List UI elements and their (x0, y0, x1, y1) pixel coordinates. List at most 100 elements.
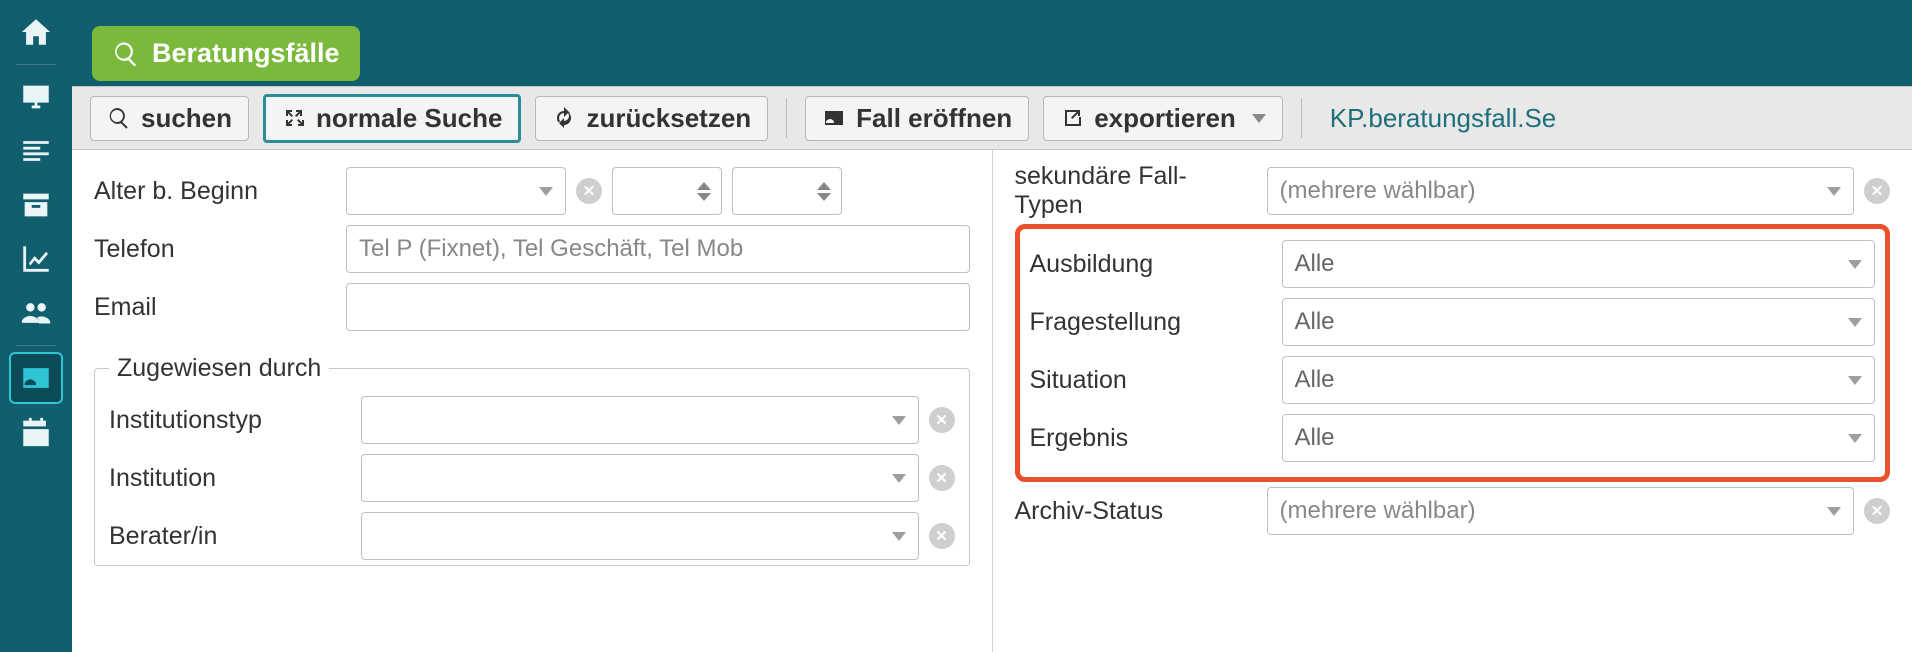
placeholder-text: (mehrere wählbar) (1280, 177, 1476, 205)
id-card-icon (822, 106, 846, 130)
refresh-icon (552, 106, 576, 130)
archiv-status-select[interactable]: (mehrere wählbar) (1267, 487, 1855, 535)
row-archiv-status: Archiv-Status (mehrere wählbar) (1015, 482, 1891, 540)
row-fragestellung: Fragestellung Alle (1030, 293, 1876, 351)
title-bar: Beratungsfälle (72, 0, 1912, 86)
nav-monitor[interactable] (9, 71, 63, 123)
label-phone: Telefon (94, 235, 334, 264)
search-icon (112, 40, 140, 68)
left-pane: Alter b. Beginn Telefon (72, 150, 992, 652)
nav-calendar[interactable] (9, 406, 63, 458)
clear-icon[interactable] (576, 178, 602, 204)
label-email: Email (94, 293, 334, 322)
chevron-down-icon (1848, 376, 1862, 385)
chevron-down-icon (892, 532, 906, 541)
spin-up-icon[interactable] (697, 182, 711, 190)
right-pane: sekundäre Fall-Typen (mehrere wählbar) A… (992, 150, 1912, 652)
archive-icon (19, 188, 53, 222)
reset-button-label: zurücksetzen (586, 103, 751, 134)
spin-down-icon[interactable] (817, 193, 831, 201)
search-mode-button[interactable]: normale Suche (263, 94, 521, 143)
ausbildung-select[interactable]: Alle (1282, 240, 1876, 288)
search-button-label: suchen (141, 103, 232, 134)
breadcrumb: KP.beratungsfall.Se (1330, 103, 1556, 134)
row-age: Alter b. Beginn (94, 162, 970, 220)
situation-select[interactable]: Alle (1282, 356, 1876, 404)
open-case-button[interactable]: Fall eröffnen (805, 96, 1029, 141)
chevron-down-icon (1848, 434, 1862, 443)
export-label: exportieren (1094, 103, 1236, 134)
chevron-down-icon (892, 474, 906, 483)
chevron-down-icon (539, 187, 553, 196)
export-icon (1060, 106, 1084, 130)
select-value: Alle (1295, 308, 1335, 336)
label-institution: Institution (109, 464, 349, 493)
assigned-by-fieldset: Zugewiesen durch Institutionstyp Institu… (94, 354, 970, 566)
spin-up-icon[interactable] (817, 182, 831, 190)
chevron-down-icon (1827, 187, 1841, 196)
search-mode-label: normale Suche (316, 103, 502, 134)
toolbar: suchen normale Suche zurücksetzen Fall e… (72, 86, 1912, 150)
search-button[interactable]: suchen (90, 96, 249, 141)
align-left-icon (19, 134, 53, 168)
expand-icon (282, 106, 306, 130)
toolbar-separator (786, 98, 787, 138)
nav-users[interactable] (9, 287, 63, 339)
open-case-label: Fall eröffnen (856, 103, 1012, 134)
select-value: Alle (1295, 424, 1335, 452)
clear-icon[interactable] (929, 465, 955, 491)
chart-line-icon (19, 242, 53, 276)
ergebnis-select[interactable]: Alle (1282, 414, 1876, 462)
email-input[interactable] (346, 283, 970, 331)
phone-input[interactable] (346, 225, 970, 273)
institution-type-select[interactable] (361, 396, 919, 444)
id-card-icon (19, 361, 53, 395)
chevron-down-icon (1848, 318, 1862, 327)
clear-icon[interactable] (929, 523, 955, 549)
row-institution-type: Institutionstyp (109, 391, 955, 449)
fragestellung-select[interactable]: Alle (1282, 298, 1876, 346)
reset-button[interactable]: zurücksetzen (535, 96, 768, 141)
age-select[interactable] (346, 167, 566, 215)
row-situation: Situation Alle (1030, 351, 1876, 409)
label-institution-type: Institutionstyp (109, 406, 349, 435)
row-phone: Telefon (94, 220, 970, 278)
export-button[interactable]: exportieren (1043, 96, 1283, 141)
age-from-input[interactable] (612, 167, 722, 215)
label-ergebnis: Ergebnis (1030, 424, 1270, 453)
sidebar-divider (16, 64, 56, 65)
assigned-by-legend: Zugewiesen durch (109, 354, 329, 383)
chevron-down-icon (892, 416, 906, 425)
label-secondary-types: sekundäre Fall-Typen (1015, 162, 1255, 220)
label-situation: Situation (1030, 366, 1270, 395)
nav-stats[interactable] (9, 233, 63, 285)
institution-select[interactable] (361, 454, 919, 502)
nav-archive[interactable] (9, 179, 63, 231)
home-icon (19, 15, 53, 49)
select-value: Alle (1295, 250, 1335, 278)
monitor-icon (19, 80, 53, 114)
clear-icon[interactable] (1864, 178, 1890, 204)
label-ausbildung: Ausbildung (1030, 250, 1270, 279)
nav-list[interactable] (9, 125, 63, 177)
advisor-select[interactable] (361, 512, 919, 560)
page-title-tag: Beratungsfälle (92, 26, 360, 81)
select-value: Alle (1295, 366, 1335, 394)
label-archiv-status: Archiv-Status (1015, 497, 1255, 526)
calendar-icon (19, 415, 53, 449)
row-ausbildung: Ausbildung Alle (1030, 235, 1876, 293)
row-advisor: Berater/in (109, 507, 955, 565)
chevron-down-icon (1827, 507, 1841, 516)
secondary-types-select[interactable]: (mehrere wählbar) (1267, 167, 1855, 215)
clear-icon[interactable] (1864, 498, 1890, 524)
age-to-input[interactable] (732, 167, 842, 215)
highlight-box: Ausbildung Alle Fragestellung Alle (1015, 224, 1891, 482)
sidebar-divider (16, 345, 56, 346)
placeholder-text: (mehrere wählbar) (1280, 497, 1476, 525)
chevron-down-icon (1252, 114, 1266, 123)
clear-icon[interactable] (929, 407, 955, 433)
nav-home[interactable] (9, 6, 63, 58)
label-advisor: Berater/in (109, 522, 349, 551)
nav-cases[interactable] (9, 352, 63, 404)
spin-down-icon[interactable] (697, 193, 711, 201)
